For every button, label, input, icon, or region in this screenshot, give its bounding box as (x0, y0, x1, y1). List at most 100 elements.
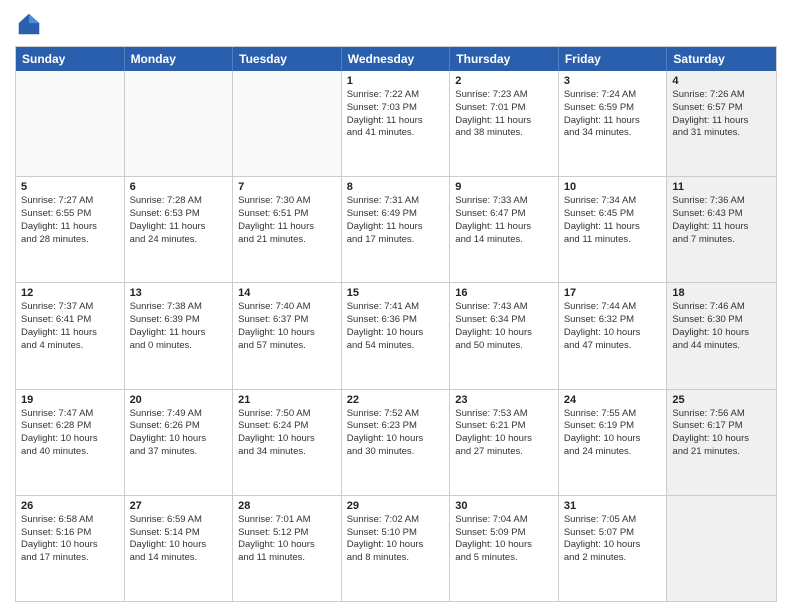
cell-line: and 11 minutes. (238, 552, 336, 565)
cell-line: and 44 minutes. (672, 340, 771, 353)
cell-line: Daylight: 11 hours (564, 115, 662, 128)
cell-line: Sunrise: 7:34 AM (564, 195, 662, 208)
cell-line: Daylight: 11 hours (347, 221, 445, 234)
cal-header-saturday: Saturday (667, 47, 776, 71)
cell-line: Daylight: 11 hours (672, 115, 771, 128)
cell-line: and 14 minutes. (130, 552, 228, 565)
cell-line: Daylight: 11 hours (130, 221, 228, 234)
cell-line: Sunrise: 7:22 AM (347, 89, 445, 102)
cal-cell-day-18: 18Sunrise: 7:46 AMSunset: 6:30 PMDayligh… (667, 283, 776, 388)
cal-cell-day-17: 17Sunrise: 7:44 AMSunset: 6:32 PMDayligh… (559, 283, 668, 388)
cal-cell-day-4: 4 Sunrise: 7:26 AMSunset: 6:57 PMDaylight… (667, 71, 776, 176)
logo-icon (15, 10, 43, 38)
cal-cell-day-20: 20Sunrise: 7:49 AMSunset: 6:26 PMDayligh… (125, 390, 234, 495)
cell-line: Sunrise: 7:37 AM (21, 301, 119, 314)
cell-line: Daylight: 11 hours (672, 221, 771, 234)
cal-cell-day-9: 9Sunrise: 7:33 AMSunset: 6:47 PMDaylight… (450, 177, 559, 282)
day-number: 30 (455, 500, 553, 512)
cal-cell-day-2: 2Sunrise: 7:23 AMSunset: 7:01 PMDaylight… (450, 71, 559, 176)
cal-cell-day-24: 24Sunrise: 7:55 AMSunset: 6:19 PMDayligh… (559, 390, 668, 495)
cell-line: and 17 minutes. (21, 552, 119, 565)
cell-line: and 37 minutes. (130, 446, 228, 459)
cell-line: and 14 minutes. (455, 234, 553, 247)
cal-header-thursday: Thursday (450, 47, 559, 71)
cell-line: Sunrise: 7:36 AM (672, 195, 771, 208)
day-number: 5 (21, 181, 119, 193)
cal-cell-day-7: 7Sunrise: 7:30 AMSunset: 6:51 PMDaylight… (233, 177, 342, 282)
cell-line: Sunrise: 7:38 AM (130, 301, 228, 314)
cell-line: and 38 minutes. (455, 127, 553, 140)
day-number: 10 (564, 181, 662, 193)
cal-cell-day-25: 25Sunrise: 7:56 AMSunset: 6:17 PMDayligh… (667, 390, 776, 495)
cell-line: Sunrise: 7:49 AM (130, 408, 228, 421)
cell-line: Daylight: 10 hours (455, 327, 553, 340)
cell-line: Sunrise: 7:30 AM (238, 195, 336, 208)
day-number: 12 (21, 287, 119, 299)
cell-line: Sunset: 6:53 PM (130, 208, 228, 221)
day-number: 1 (347, 75, 445, 87)
day-number: 19 (21, 394, 119, 406)
day-number: 17 (564, 287, 662, 299)
day-number: 8 (347, 181, 445, 193)
cell-line: Sunset: 6:59 PM (564, 102, 662, 115)
cell-line: Sunrise: 6:59 AM (130, 514, 228, 527)
cell-line: and 57 minutes. (238, 340, 336, 353)
cell-line: Sunset: 6:45 PM (564, 208, 662, 221)
cell-line: and 24 minutes. (130, 234, 228, 247)
day-number: 9 (455, 181, 553, 193)
cal-cell-empty (16, 71, 125, 176)
day-number: 3 (564, 75, 662, 87)
cal-header-sunday: Sunday (16, 47, 125, 71)
cell-line: and 17 minutes. (347, 234, 445, 247)
cell-line: Sunrise: 7:56 AM (672, 408, 771, 421)
cal-cell-day-6: 6 Sunrise: 7:28 AMSunset: 6:53 PMDaylight… (125, 177, 234, 282)
cell-line: Sunset: 6:30 PM (672, 314, 771, 327)
cell-line: and 34 minutes. (564, 127, 662, 140)
day-number: 4 (672, 75, 771, 87)
cal-cell-day-27: 27Sunrise: 6:59 AMSunset: 5:14 PMDayligh… (125, 496, 234, 601)
cell-line: Sunset: 7:03 PM (347, 102, 445, 115)
cal-cell-day-1: 1Sunrise: 7:22 AMSunset: 7:03 PMDaylight… (342, 71, 451, 176)
cell-line: Sunrise: 7:40 AM (238, 301, 336, 314)
cell-line: Sunset: 6:37 PM (238, 314, 336, 327)
cal-cell-day-30: 30Sunrise: 7:04 AMSunset: 5:09 PMDayligh… (450, 496, 559, 601)
cal-cell-day-10: 10Sunrise: 7:34 AMSunset: 6:45 PMDayligh… (559, 177, 668, 282)
cell-line: Sunrise: 7:43 AM (455, 301, 553, 314)
cell-line: Sunset: 5:09 PM (455, 527, 553, 540)
cell-line: and 40 minutes. (21, 446, 119, 459)
cell-line: Sunrise: 7:01 AM (238, 514, 336, 527)
day-number: 15 (347, 287, 445, 299)
cell-line: Daylight: 10 hours (455, 539, 553, 552)
cell-line: and 24 minutes. (564, 446, 662, 459)
cal-cell-empty (233, 71, 342, 176)
cell-line: Sunset: 6:21 PM (455, 420, 553, 433)
day-number: 21 (238, 394, 336, 406)
cal-cell-day-11: 11Sunrise: 7:36 AMSunset: 6:43 PMDayligh… (667, 177, 776, 282)
day-number: 22 (347, 394, 445, 406)
cal-cell-day-31: 31Sunrise: 7:05 AMSunset: 5:07 PMDayligh… (559, 496, 668, 601)
cal-cell-day-5: 5Sunrise: 7:27 AMSunset: 6:55 PMDaylight… (16, 177, 125, 282)
cell-line: and 30 minutes. (347, 446, 445, 459)
cell-line: Sunset: 6:19 PM (564, 420, 662, 433)
cell-line: Daylight: 11 hours (21, 327, 119, 340)
cell-line: Daylight: 10 hours (564, 539, 662, 552)
cell-line: and 50 minutes. (455, 340, 553, 353)
cell-line: Daylight: 10 hours (130, 539, 228, 552)
cal-row-1: 5Sunrise: 7:27 AMSunset: 6:55 PMDaylight… (16, 176, 776, 282)
cell-line: and 2 minutes. (564, 552, 662, 565)
day-number: 7 (238, 181, 336, 193)
cell-line: Sunset: 5:07 PM (564, 527, 662, 540)
cell-line: Daylight: 10 hours (21, 433, 119, 446)
cell-line: Sunset: 6:28 PM (21, 420, 119, 433)
cell-line: Sunrise: 7:28 AM (130, 195, 228, 208)
cell-line: Sunset: 6:17 PM (672, 420, 771, 433)
cell-line: Sunrise: 7:47 AM (21, 408, 119, 421)
cell-line: Sunset: 6:57 PM (672, 102, 771, 115)
cell-line: and 4 minutes. (21, 340, 119, 353)
day-number: 6 (130, 181, 228, 193)
cell-line: and 34 minutes. (238, 446, 336, 459)
cell-line: Sunrise: 7:26 AM (672, 89, 771, 102)
cell-line: Sunrise: 7:52 AM (347, 408, 445, 421)
cell-line: and 41 minutes. (347, 127, 445, 140)
cal-row-0: 1 Sunrise: 7:22 AMSunset: 7:03 PM Daylight… (16, 71, 776, 176)
